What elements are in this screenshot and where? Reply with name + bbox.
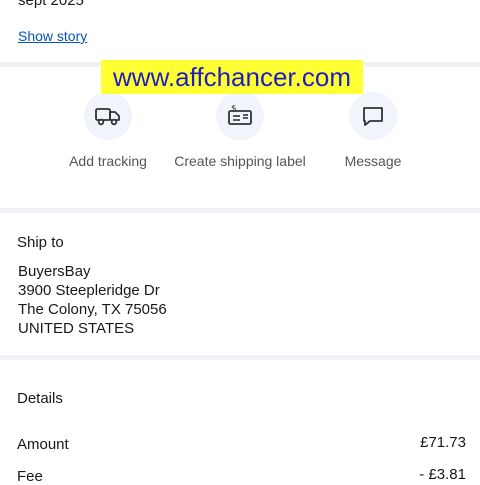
details-title: Details xyxy=(17,390,63,407)
ship-to-title: Ship to xyxy=(17,234,64,251)
address-country: UNITED STATES xyxy=(18,320,135,337)
message-icon xyxy=(363,107,383,126)
add-tracking-button[interactable] xyxy=(84,92,132,140)
fee-value: - £3.81 xyxy=(419,466,466,483)
show-story-link[interactable]: Show story xyxy=(18,28,87,44)
add-tracking-action[interactable]: Add tracking xyxy=(33,92,183,169)
create-shipping-label-action[interactable]: $ Create shipping label xyxy=(165,92,315,169)
section-divider xyxy=(0,208,480,213)
truck-icon xyxy=(95,108,120,126)
amount-value: £71.73 xyxy=(420,434,466,451)
message-action[interactable]: Message xyxy=(298,92,448,169)
address-street: 3900 Steepleridge Dr xyxy=(18,282,160,299)
recipient-name: BuyersBay xyxy=(18,263,91,280)
section-divider xyxy=(0,355,480,360)
shipping-address: BuyersBay 3900 Steepleridge Dr The Colon… xyxy=(18,262,167,338)
address-city: The Colony, TX 75056 xyxy=(18,301,167,318)
watermark-banner: www.affchancer.com xyxy=(101,60,363,94)
message-label: Message xyxy=(344,153,402,169)
order-date: sept 2025 xyxy=(18,0,84,9)
shipping-label-icon: $ xyxy=(228,105,252,125)
message-button[interactable] xyxy=(349,92,397,140)
create-shipping-label-button[interactable]: $ xyxy=(216,92,264,140)
add-tracking-label: Add tracking xyxy=(69,153,147,169)
svg-text:$: $ xyxy=(231,105,237,114)
create-shipping-label-label: Create shipping label xyxy=(174,153,306,169)
amount-label: Amount xyxy=(17,436,69,453)
fee-label: Fee xyxy=(17,468,43,485)
